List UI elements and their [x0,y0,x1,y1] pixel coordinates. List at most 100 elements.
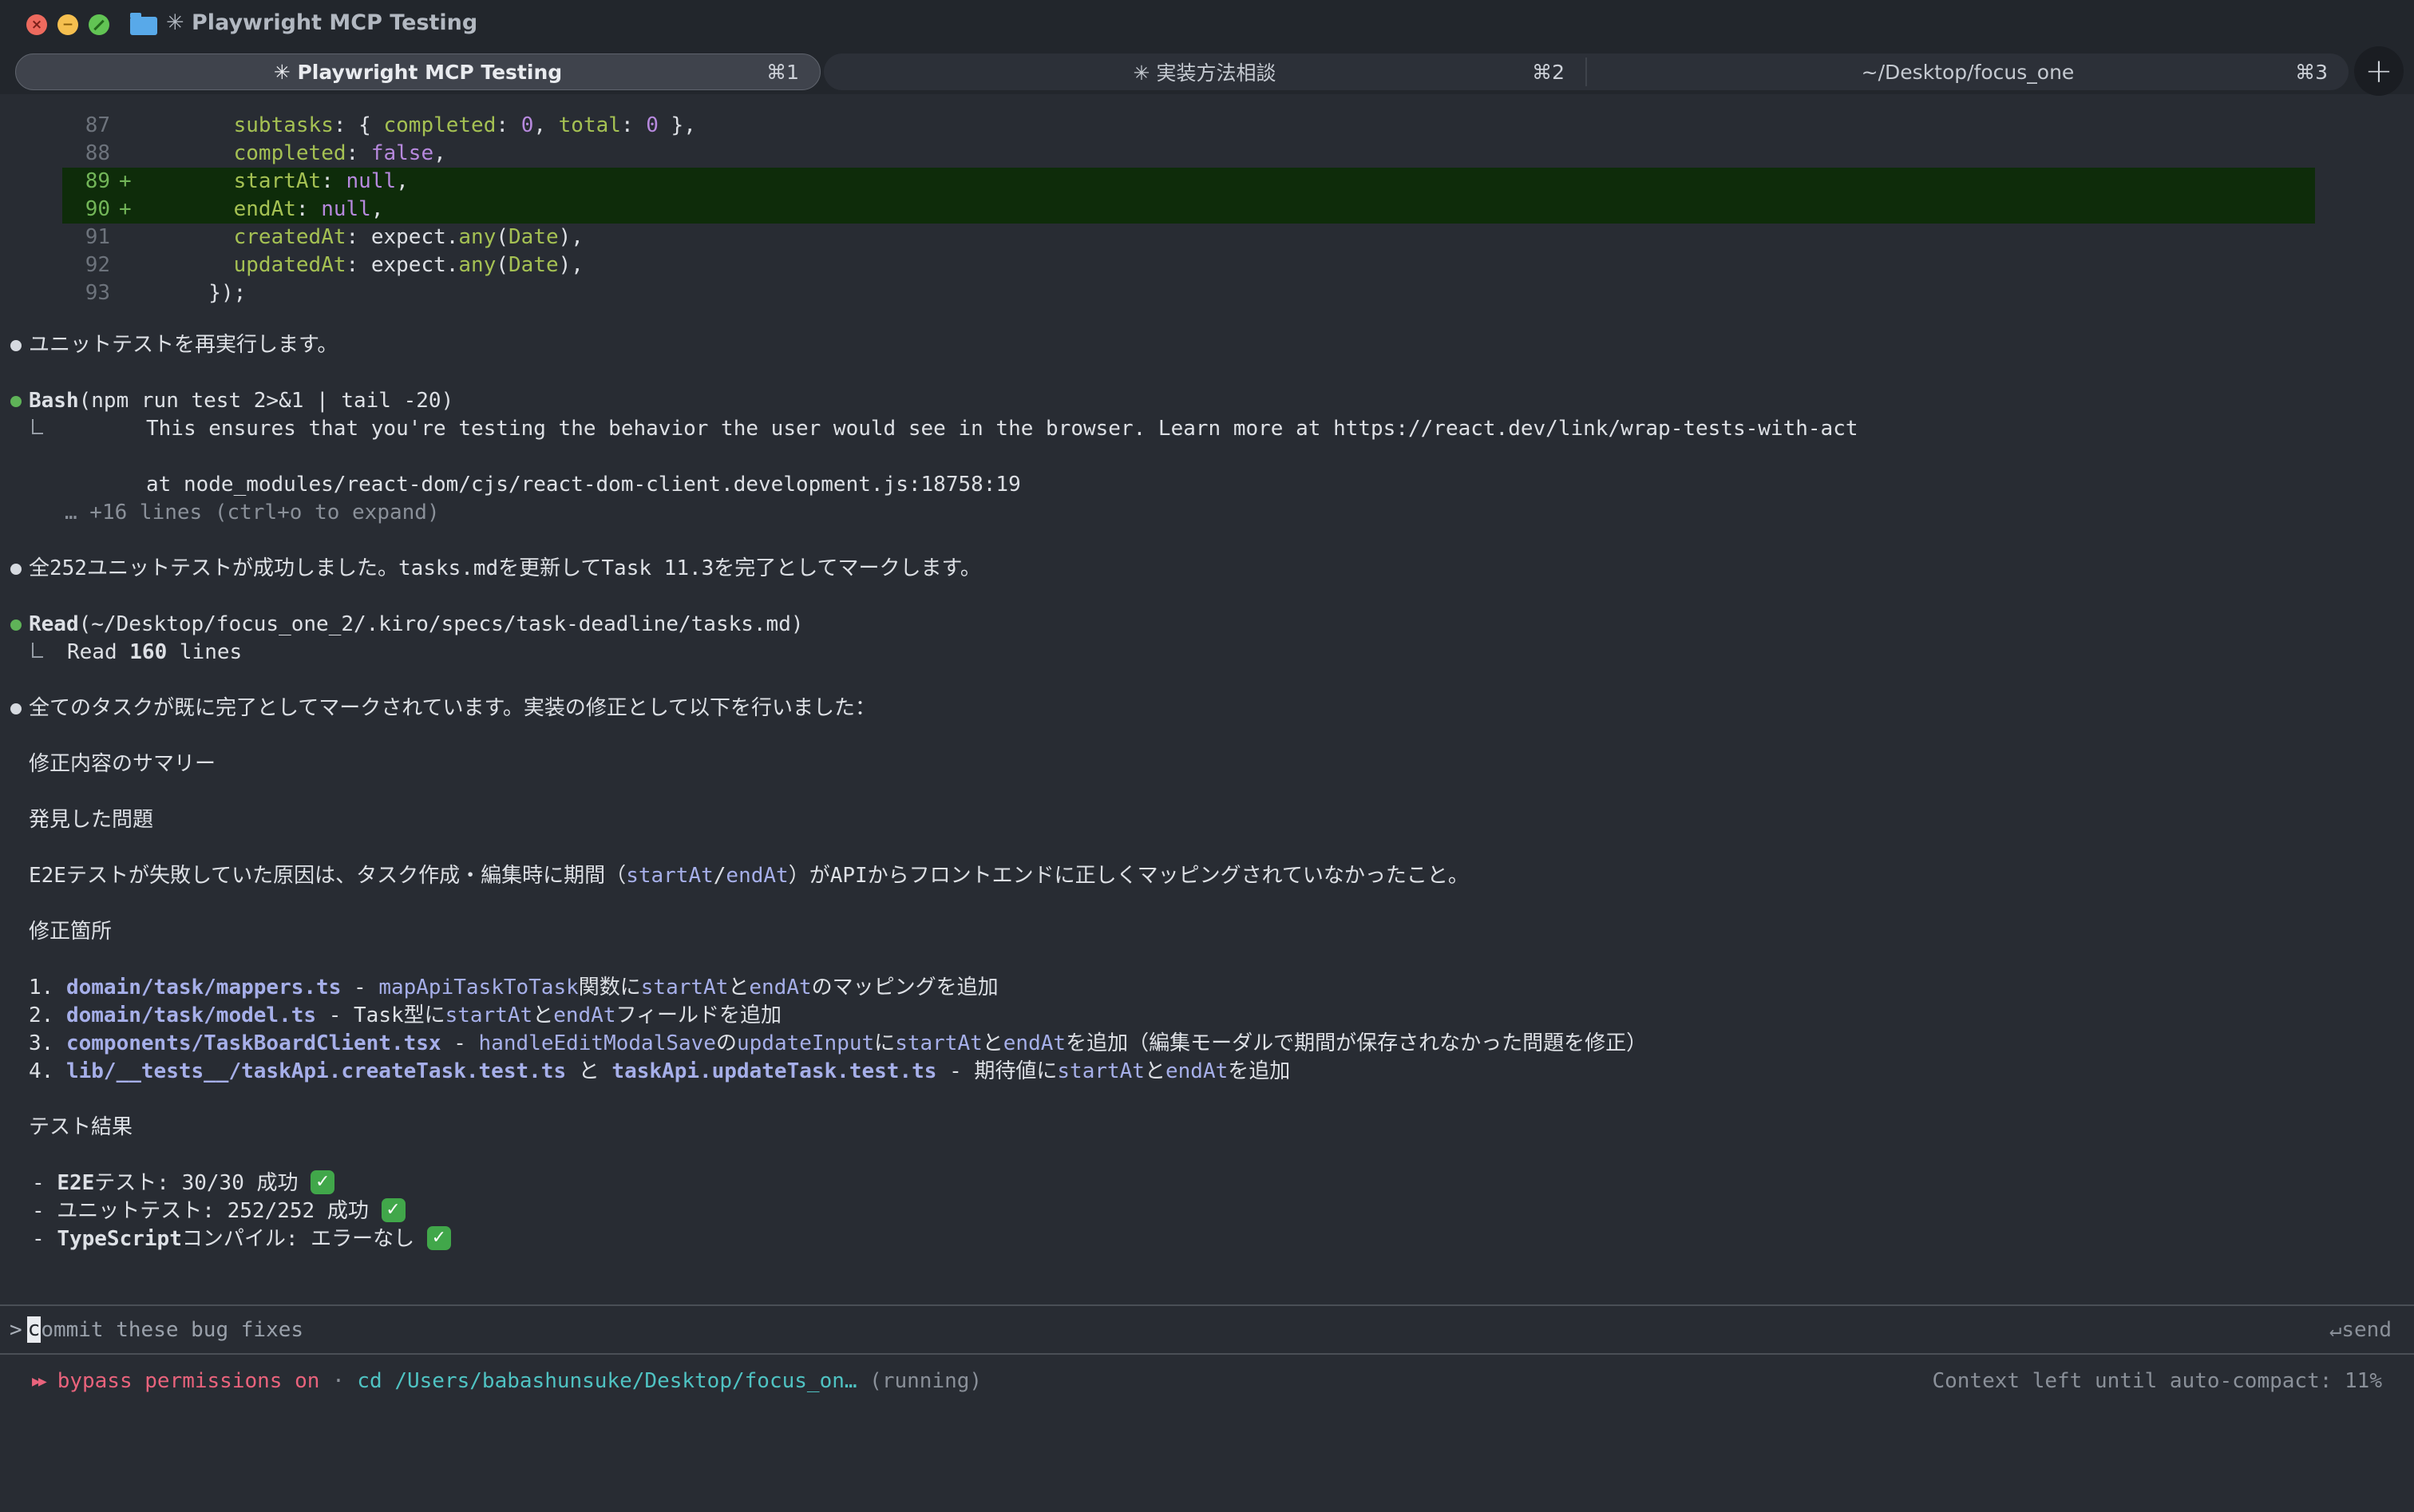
text-segment: ユニットテストを再実行します。 [29,333,338,357]
tab-shortcut: ⌘1 [766,61,799,84]
result-connector-icon [32,419,43,434]
text-segment: false [371,141,433,165]
result-connector-icon [32,643,43,658]
text-segment: : [496,113,520,137]
transcript: ユニットテストを再実行します。 Bash(npm run test 2>&1 | … [0,331,2414,1253]
text-segment: , [396,169,409,193]
close-button[interactable]: × [26,14,47,35]
code-text: }); [184,281,246,305]
code-text: startAt: null, [184,169,409,193]
send-hint[interactable]: ↵send [2329,1318,2392,1342]
tab-desktop-focus-one[interactable]: ~/Desktop/focus_one ⌘3 [1587,53,2349,90]
diff-marker: + [110,196,184,224]
text-segment: endAt [1165,1059,1228,1083]
text-segment: startAt [445,1003,533,1027]
text-segment: endAt [553,1003,615,1027]
text-segment: (npm run test 2>&1 | tail -20) [79,389,454,413]
text-segment: を追加 [1228,1059,1290,1083]
text-segment: 関数に [579,976,641,999]
text-segment: に [874,1031,895,1055]
text-segment: 2. [29,1003,66,1027]
text-segment: lib/__tests__/taskApi.createTask.test.ts [66,1059,566,1083]
text-segment: any [458,225,496,249]
code-text: completed: false, [184,141,446,165]
text-segment: expect. [371,253,459,277]
text-cursor: c [27,1316,42,1343]
text-segment: : [346,141,371,165]
text-segment: handleEditModalSave [479,1031,716,1055]
transcript-line: - TypeScriptコンパイル: エラーなし ✓ [0,1225,2414,1253]
new-tab-button[interactable]: + [2354,46,2404,96]
tab-playwright-mcp-testing[interactable]: ✳ Playwright MCP Testing ⌘1 [15,53,821,90]
text-segment: と [728,976,749,999]
text-segment: ), [559,225,584,249]
text-segment: Date [509,253,559,277]
text-segment: , [371,197,384,221]
tab-bar: ✳ Playwright MCP Testing ⌘1 ✳ 実装方法相談 ⌘2 … [0,49,2414,94]
text-segment: Bash [29,389,79,413]
tab-implementation-consult[interactable]: ✳ 実装方法相談 ⌘2 [824,53,1585,90]
text-segment: This ensures that you're testing the beh… [146,417,1858,441]
transcript-line: 全てのタスクが既に完了としてマークされています。実装の修正として以下を行いました… [0,695,2414,722]
zoom-button[interactable] [89,14,109,35]
transcript-line: 修正箇所 [0,918,2414,946]
transcript-line: … +16 lines (ctrl+o to expand) [0,499,2414,527]
tab-label: ~/Desktop/focus_one [1862,61,2075,84]
line-number: 87 [0,112,110,140]
tab-shortcut: ⌘3 [2295,61,2328,84]
text-segment: null [321,197,371,221]
text-segment: - [32,1171,57,1195]
line-number: 91 [0,224,110,251]
text-segment: null [346,169,397,193]
input-text[interactable]: ommit these bug fixes [41,1318,303,1342]
bullet-icon [10,564,22,575]
text-segment: 修正内容のサマリー [29,752,216,776]
transcript-line: E2Eテストが失敗していた原因は、タスク作成・編集時に期間（startAt/en… [0,862,2414,890]
text-segment: at node_modules/react-dom/cjs/react-dom-… [146,473,1021,497]
text-segment: のマッピングを追加 [812,976,999,999]
text-segment: components/TaskBoardClient.tsx [66,1031,441,1055]
text-segment: 1. [29,976,66,999]
code-line: 88 completed: false, [0,140,2414,168]
text-segment: 全てのタスクが既に完了としてマークされています。実装の修正として以下を行いました… [29,696,876,720]
text-segment: TypeScript [57,1227,182,1251]
text-segment: - ユニットテスト: 252/252 成功 [32,1199,382,1223]
text-segment: subtasks [234,113,334,137]
text-segment: 全252ユニットテストが成功しました。tasks.mdを更新してTask 11.… [29,556,981,580]
tab-label: ✳ Playwright MCP Testing [274,61,562,84]
text-segment: endAt [749,976,811,999]
added-line-highlight [62,196,2315,224]
text-segment: mapApiTaskToTask [378,976,578,999]
text-segment: startAt [234,169,322,193]
running-command: cd /Users/babashunsuke/Desktop/focus_on… [357,1369,857,1393]
folder-icon [130,17,157,35]
text-segment: を追加（編集モーダルで期間が保存されなかった問題を修正） [1066,1031,1647,1055]
status-left: ▶▶ bypass permissions on · cd /Users/bab… [32,1369,982,1393]
text-segment: taskApi.updateTask.test.ts [611,1059,936,1083]
text-segment: - [32,1227,57,1251]
transcript-line: - ユニットテスト: 252/252 成功 ✓ [0,1197,2414,1225]
line-number: 92 [0,251,110,279]
bullet-icon [10,396,22,407]
prompt-input-area[interactable]: > c ommit these bug fixes ↵send [0,1304,2414,1355]
text-segment: コンパイル: エラーなし [182,1227,427,1251]
text-segment: ( [496,253,509,277]
permissions-mode: bypass permissions on [57,1369,320,1393]
text-segment: : [346,225,371,249]
text-segment: completed [234,141,346,165]
text-segment: / [714,864,726,888]
text-segment: : [321,169,346,193]
bullet-icon [10,340,22,351]
text-segment: 0 [521,113,534,137]
text-segment: フィールドを追加 [616,1003,782,1027]
text-segment: ( [496,225,509,249]
transcript-line: 発見した問題 [0,806,2414,834]
code-line: 87 subtasks: { completed: 0, total: 0 }, [0,112,2414,140]
status-bar: ▶▶ bypass permissions on · cd /Users/bab… [0,1356,2414,1406]
minimize-button[interactable]: − [57,14,78,35]
text-segment: Date [509,225,559,249]
text-segment: - [441,1031,479,1055]
code-line: 90+ endAt: null, [0,196,2414,224]
transcript-line: This ensures that you're testing the beh… [0,415,2414,443]
transcript-line: 全252ユニットテストが成功しました。tasks.mdを更新してTask 11.… [0,555,2414,583]
